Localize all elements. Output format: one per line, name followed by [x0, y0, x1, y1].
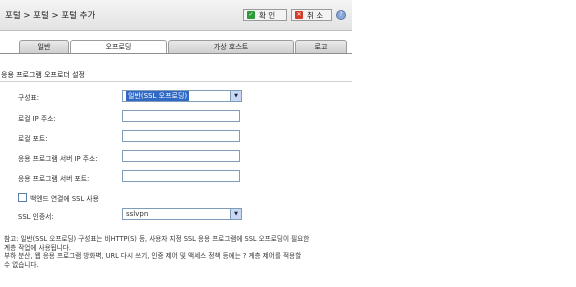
local-ip-label: 로컬 IP 주소:: [18, 115, 56, 123]
app-server-port-label: 응용 프로그램 서버 포트:: [18, 175, 90, 183]
ok-button[interactable]: ✓ 확 인: [243, 9, 287, 21]
local-port-input[interactable]: [122, 130, 240, 142]
tab-offloading[interactable]: 오프로딩: [70, 40, 167, 53]
ssl-cert-select-value: sslvpn: [126, 210, 149, 218]
check-icon: ✓: [247, 11, 255, 19]
note-line: 계층 작업에 사용됩니다.: [4, 243, 71, 252]
section-divider: [0, 81, 352, 82]
chevron-down-icon[interactable]: ▼: [230, 91, 241, 101]
scheme-select-value: 일반(SSL 오프로딩): [126, 91, 190, 101]
ssl-cert-label: SSL 인증서:: [18, 213, 54, 221]
scheme-label: 구성표:: [18, 94, 40, 102]
tab-virtual-host[interactable]: 가상 호스트: [168, 40, 294, 53]
breadcrumb: 포털 > 포털 > 포털 추가: [5, 11, 96, 21]
tab-general[interactable]: 일반: [19, 40, 69, 53]
ssl-cert-select[interactable]: sslvpn ▼: [122, 208, 242, 220]
tab-divider: [0, 53, 352, 54]
help-icon[interactable]: ?: [336, 10, 346, 20]
tab-logo[interactable]: 로고: [295, 40, 347, 53]
local-port-label: 로컬 포트:: [18, 135, 48, 143]
app-server-port-input[interactable]: [122, 170, 240, 182]
app-server-ip-label: 응용 프로그램 서버 IP 주소:: [18, 155, 98, 163]
backend-ssl-checkbox[interactable]: [18, 193, 27, 202]
local-ip-input[interactable]: [122, 110, 240, 122]
ok-button-label: 확 인: [259, 10, 276, 20]
close-icon: ✕: [295, 11, 303, 19]
info-note: 참고: 일반(SSL 오프로딩) 구성표는 비HTTP(S) 등, 사용자 지정…: [4, 235, 354, 269]
note-line: 부하 분산, 웹 응용 프로그램 방화벽, URL 다시 쓰기, 인증 제어 및…: [4, 252, 302, 260]
tab-bar: 일반 오프로딩 가상 호스트 로고: [6, 40, 352, 53]
chevron-down-icon[interactable]: ▼: [230, 209, 241, 219]
app-server-ip-input[interactable]: [122, 150, 240, 162]
note-line: 참고: 일반(SSL 오프로딩) 구성표는 비HTTP(S) 등, 사용자 지정…: [4, 235, 310, 243]
cancel-button-label: 취 소: [307, 10, 324, 20]
note-line: 수 없습니다.: [4, 260, 39, 269]
cancel-button[interactable]: ✕ 취 소: [291, 9, 332, 21]
scheme-select[interactable]: 일반(SSL 오프로딩) ▼: [122, 90, 242, 102]
section-title: 응용 프로그램 오프로더 설정: [1, 71, 85, 79]
backend-ssl-label: 백엔드 연결에 SSL 사용: [30, 195, 99, 203]
